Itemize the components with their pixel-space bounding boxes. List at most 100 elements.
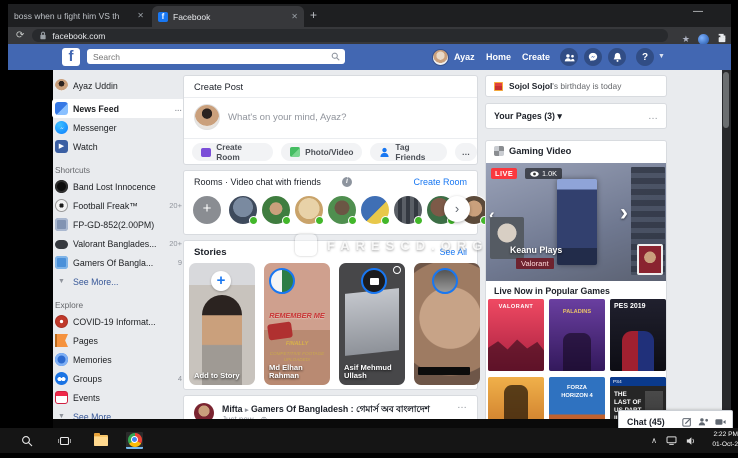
add-to-story-card[interactable]: + Add to Story [189,263,255,385]
stories-row: + Add to Story REMEMBER ME FINALLY COMPE… [189,263,480,385]
chat-label[interactable]: Chat (45) [619,417,682,427]
your-pages-card[interactable]: Your Pages (3) ▾ … [485,103,667,129]
tag-friends-icon [379,147,390,157]
file-explorer-icon[interactable] [92,432,109,449]
next-video-chevron-icon[interactable]: › [620,199,628,227]
mini-avatar-card [637,244,663,275]
rooms-create-link[interactable]: Create Room [413,177,467,187]
live-video-thumbnail[interactable]: LIVE 1.0K ‹ › Keanu Plays Valorant [486,163,667,281]
add-story-plus-icon: + [211,271,231,291]
sidebar-item-watch[interactable]: ▶ Watch [55,137,182,156]
tab-facebook[interactable]: f Facebook ✕ [152,6,304,27]
taskbar-clock[interactable]: 2:22 PM 01-Oct-2 [698,430,738,450]
tray-chevron-icon[interactable]: ∧ [651,436,657,445]
url-field[interactable]: facebook.com [32,29,668,42]
more-options-button[interactable]: … [455,143,477,161]
info-icon[interactable]: i [342,177,352,187]
news-feed-icon [55,102,68,115]
create-room-button[interactable]: Create Room [192,143,273,161]
sidebar-item-band-lost-innocence[interactable]: Band Lost Innocence [55,177,182,196]
stories-title: Stories [194,247,227,258]
story-card[interactable] [414,263,480,385]
tab-close-icon[interactable]: ✕ [137,11,144,20]
reload-icon[interactable]: ⟳ [16,30,24,41]
window-minimize-button[interactable]: — [693,6,703,17]
chrome-taskbar-icon[interactable] [126,432,143,449]
tab-meme-video[interactable]: boss when u fight him VS th ✕ [8,4,150,27]
new-message-icon[interactable] [682,417,692,427]
notifications-bell-icon[interactable] [608,48,626,66]
sidebar-item-events[interactable]: Events [55,388,182,407]
add-room-plus-icon[interactable]: + [192,195,222,225]
search-input[interactable] [87,52,331,62]
story-card[interactable]: Asif Mehmud Ullash [339,263,405,385]
scrollbar-thumb[interactable] [723,72,729,128]
game-tile-valorant[interactable]: VALORANT [488,299,544,371]
header-profile-name[interactable]: Ayaz [454,52,475,62]
nav-create-link[interactable]: Create [522,52,550,62]
sidebar-profile[interactable]: Ayaz Uddin [55,76,182,95]
bookmark-star-icon[interactable]: ★ [682,34,690,45]
tab-close-icon[interactable]: ✕ [291,12,298,21]
friend-avatar[interactable] [327,195,357,225]
story-author-avatar [361,268,387,294]
volume-icon[interactable] [686,436,696,446]
story-photo-detail [267,321,293,340]
birthday-name[interactable]: Sojol Sojol [509,81,552,91]
messenger-icon[interactable] [584,48,602,66]
sidebar-item-valorant-bangladesh[interactable]: Valorant Banglades... 20+ [55,234,182,253]
shortcuts-see-more[interactable]: ▼ See More... [55,272,182,291]
friend-avatar[interactable] [393,195,423,225]
url-text: facebook.com [52,31,105,41]
your-pages-label[interactable]: Your Pages (3) ▾ [494,111,648,122]
online-dot [282,216,291,225]
friend-avatar[interactable] [261,195,291,225]
sidebar-item-news-feed[interactable]: News Feed … [52,99,185,118]
sidebar-item-gamers-of-bangladesh[interactable]: Gamers Of Bangla... 9 [55,253,182,272]
taskbar-search-icon[interactable] [18,432,35,449]
birthday-card[interactable]: Sojol Sojol's birthday is today [485,75,667,97]
account-caret-icon[interactable]: ▼ [658,53,665,60]
nav-home-link[interactable]: Home [486,52,511,62]
facebook-search-box[interactable] [87,49,345,64]
header-profile-avatar[interactable] [432,49,449,66]
task-view-icon[interactable] [56,432,73,449]
game-tile-paladins[interactable]: PALADINS [549,299,605,371]
sidebar-item-covid19[interactable]: COVID-19 Informat... [55,312,182,331]
sidebar-item-memories[interactable]: Memories [55,350,182,369]
sidebar-item-football-freak[interactable]: Football Freak™ 20+ [55,196,182,215]
rooms-card: Rooms · Video chat with friends i Create… [183,170,478,235]
friend-avatar[interactable] [228,195,258,225]
status-input[interactable]: What's on your mind, Ayaz? [228,112,346,123]
browser-profile-avatar[interactable] [698,34,709,45]
story-photo [345,288,399,356]
create-post-title: Create Post [184,76,477,98]
sidebar-item-messenger[interactable]: Messenger [55,118,182,137]
game-tile-pes[interactable]: PES 2019 [610,299,666,371]
new-tab-button[interactable]: + [310,8,317,22]
tag-friends-button[interactable]: Tag Friends [370,143,446,161]
new-group-icon[interactable] [698,417,709,426]
browser-scrollbar[interactable] [722,70,731,428]
friend-requests-icon[interactable] [560,48,578,66]
next-rooms-chevron-icon[interactable]: › [444,196,470,222]
left-sidebar: Ayaz Uddin News Feed … Messenger ▶ Watch… [55,74,182,426]
photo-video-button[interactable]: Photo/Video [281,143,362,161]
story-card[interactable]: REMEMBER ME FINALLY COMPETITIVE FOOTAGE … [264,263,330,385]
friend-avatar[interactable] [294,195,324,225]
post-author[interactable]: Mifta [222,404,243,414]
friend-avatar[interactable] [360,195,390,225]
video-chat-icon[interactable] [715,418,726,426]
post-more-icon[interactable]: … [457,400,467,411]
search-icon[interactable] [331,52,340,61]
your-pages-more-icon[interactable]: … [648,111,658,122]
help-icon[interactable]: ? [636,48,654,66]
post-group[interactable]: Gamers Of Bangladesh : গেমার্স অব বাংলাদ… [251,404,430,414]
stories-see-all-link[interactable]: See All [440,247,467,257]
sidebar-item-fp-gd[interactable]: FP-GD-852(2.00PM) [55,215,182,234]
sidebar-item-pages[interactable]: Pages [55,331,182,350]
news-feed-more-icon[interactable]: … [175,104,183,113]
sidebar-item-groups[interactable]: Groups 4 [55,369,182,388]
network-icon[interactable] [666,436,677,445]
facebook-logo[interactable]: f [62,48,80,66]
